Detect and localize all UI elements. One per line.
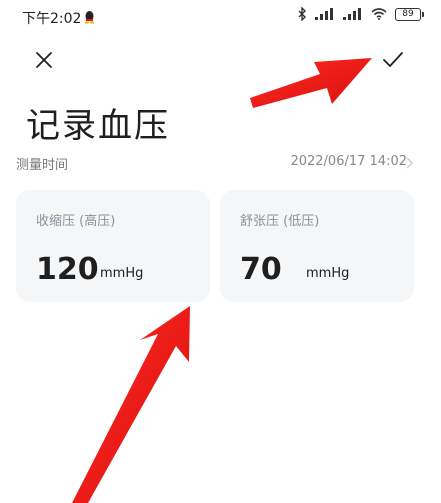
page-title: 记录血压 bbox=[26, 106, 170, 146]
systolic-card[interactable]: 收缩压 (高压) 120 mmHg bbox=[16, 190, 210, 302]
arrow-to-card bbox=[72, 306, 190, 503]
wifi-icon bbox=[371, 8, 387, 20]
battery-icon: 89 bbox=[395, 7, 424, 21]
bluetooth-icon bbox=[298, 7, 306, 21]
status-bar: 下午2:02 89 bbox=[0, 0, 441, 34]
confirm-button[interactable] bbox=[379, 46, 407, 74]
systolic-label: 收缩压 (高压) bbox=[36, 214, 116, 229]
arrow-to-confirm bbox=[250, 58, 372, 108]
close-button[interactable] bbox=[30, 46, 58, 74]
check-icon bbox=[383, 52, 403, 67]
diastolic-unit: mmHg bbox=[306, 266, 350, 281]
signal-hd-icon bbox=[343, 8, 361, 20]
diastolic-value: 70 bbox=[240, 252, 282, 287]
systolic-unit: mmHg bbox=[100, 266, 144, 281]
status-time: 下午2:02 bbox=[22, 11, 82, 27]
status-icons: 89 bbox=[298, 7, 424, 21]
measure-time-value[interactable]: 2022/06/17 14:02 bbox=[290, 154, 407, 169]
diastolic-card[interactable]: 舒张压 (低压) 70 mmHg bbox=[220, 190, 414, 302]
signal-icon bbox=[315, 8, 333, 20]
close-icon bbox=[36, 52, 52, 68]
qq-icon bbox=[85, 11, 94, 24]
measure-time-label: 测量时间 bbox=[16, 158, 69, 173]
diastolic-label: 舒张压 (低压) bbox=[240, 214, 320, 229]
chevron-right-icon[interactable] bbox=[405, 157, 413, 169]
systolic-value: 120 bbox=[36, 252, 99, 287]
